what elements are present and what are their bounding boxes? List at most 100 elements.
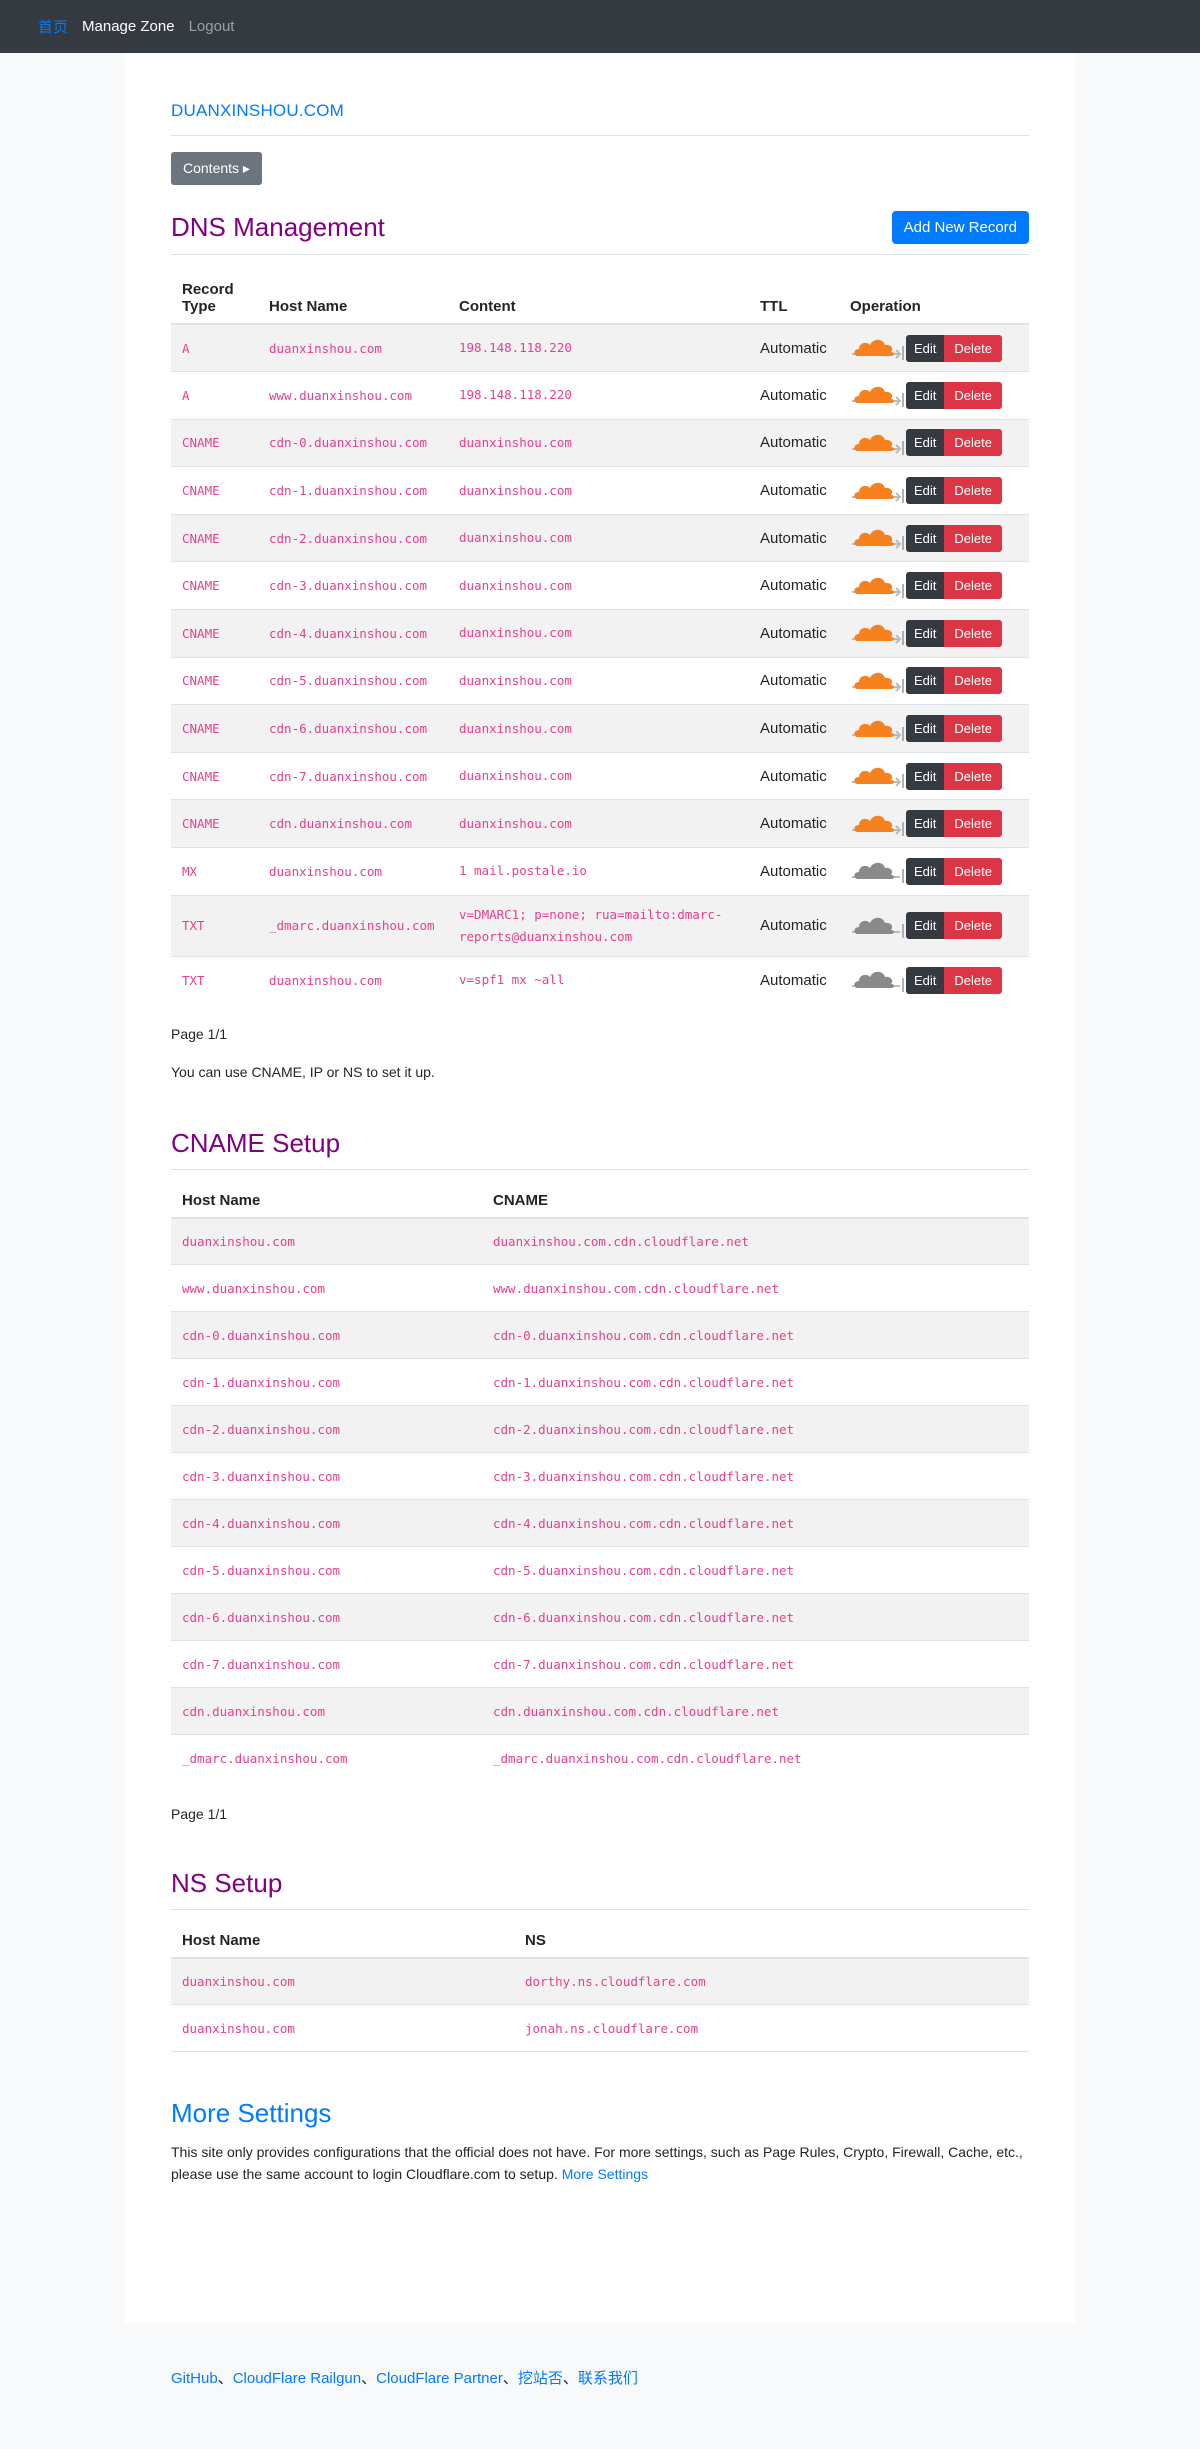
record-button-group: Edit Delete [906,477,1002,505]
cname-table-body: duanxinshou.com duanxinshou.com.cdn.cloud… [171,1217,1029,1782]
cname-row: cdn-5.duanxinshou.com cdn-5.duanxinshou.c… [171,1546,1029,1594]
delete-record-button[interactable]: Delete [944,429,1002,457]
cloud-orange-icon[interactable] [850,524,904,552]
record-button-group: Edit Delete [906,572,1002,600]
cloud-gray-icon[interactable] [850,966,904,994]
delete-record-button[interactable]: Delete [944,857,1002,885]
delete-record-button[interactable]: Delete [944,477,1002,505]
record-operation-group: Edit Delete [850,429,1018,457]
cloud-orange-icon[interactable] [850,715,904,743]
edit-record-button[interactable]: Edit [906,477,945,505]
edit-record-button[interactable]: Edit [906,857,945,885]
delete-record-button[interactable]: Delete [944,334,1002,362]
delete-record-button[interactable]: Delete [944,524,1002,552]
cname-host-cell: cdn-2.duanxinshou.com [171,1405,482,1453]
delete-record-button[interactable]: Delete [944,715,1002,743]
record-button-group: Edit Delete [906,524,1002,552]
contents-button[interactable]: Contents ▸ [171,152,262,185]
footer-links: GitHub、CloudFlare Railgun、CloudFlare Par… [171,2367,638,2388]
col-operation: Operation [839,255,1029,325]
record-button-group: Edit Delete [906,762,1002,790]
cloud-orange-icon[interactable] [850,667,904,695]
edit-record-button[interactable]: Edit [906,619,945,647]
cname-target-cell: cdn-2.duanxinshou.com.cdn.cloudflare.net [482,1405,1029,1453]
edit-record-button[interactable]: Edit [906,429,945,457]
cname-target-cell: cdn-1.duanxinshou.com.cdn.cloudflare.net [482,1358,1029,1406]
record-content-cell: duanxinshou.com [448,656,749,705]
edit-record-button[interactable]: Edit [906,966,945,994]
col-ttl: TTL [749,255,839,325]
record-host-cell: cdn-1.duanxinshou.com [258,466,448,515]
edit-record-button[interactable]: Edit [906,762,945,790]
edit-record-button[interactable]: Edit [906,912,945,940]
delete-record-button[interactable]: Delete [944,667,1002,695]
cname-row: duanxinshou.com duanxinshou.com.cdn.cloud… [171,1217,1029,1265]
cname-row: _dmarc.duanxinshou.com _dmarc.duanxinshou… [171,1734,1029,1782]
cname-col-host: Host Name [171,1169,482,1219]
delete-record-button[interactable]: Delete [944,572,1002,600]
edit-record-button[interactable]: Edit [906,810,945,838]
record-type-cell: TXT [171,894,258,957]
cname-target-cell: cdn-5.duanxinshou.com.cdn.cloudflare.net [482,1546,1029,1594]
dns-record-row: CNAME cdn-6.duanxinshou.com duanxinshou.co… [171,704,1029,753]
ns-row: duanxinshou.com jonah.ns.cloudflare.com [171,2004,1029,2052]
record-ttl-cell: Automatic [749,894,839,957]
col-host-name: Host Name [258,255,448,325]
edit-record-button[interactable]: Edit [906,667,945,695]
record-host-cell: cdn.duanxinshou.com [258,799,448,848]
top-navbar: 首页 Manage Zone Logout [0,0,1200,53]
cloud-gray-icon[interactable] [850,857,904,885]
nav-home-link[interactable]: 首页 [38,16,68,37]
cname-row: cdn-3.duanxinshou.com cdn-3.duanxinshou.c… [171,1452,1029,1500]
cname-host-cell: cdn-4.duanxinshou.com [171,1499,482,1547]
cname-host-cell: www.duanxinshou.com [171,1264,482,1312]
cloud-orange-icon[interactable] [850,572,904,600]
dns-record-row: MX duanxinshou.com 1 mail.postale.io Automa… [171,847,1029,896]
dns-table-body: Aduanxinshou.com 198.148.118.220 Automatic… [171,323,1029,1004]
nav-logout-link[interactable]: Logout [189,18,235,35]
footer-separator: 、 [562,2370,578,2387]
cname-section-header: CNAME Setup [171,1128,1029,1170]
footer-link[interactable]: CloudFlare Partner [376,2370,503,2387]
cloud-orange-icon[interactable] [850,381,904,409]
delete-record-button[interactable]: Delete [944,810,1002,838]
col-record-type: Record Type [171,255,258,325]
footer-link[interactable]: 挖站否 [518,2370,563,2387]
record-operation-cell: Edit Delete [839,323,1029,372]
edit-record-button[interactable]: Edit [906,381,945,409]
nav-manage-zone-link[interactable]: Manage Zone [82,18,175,35]
delete-record-button[interactable]: Delete [944,762,1002,790]
edit-record-button[interactable]: Edit [906,334,945,362]
record-content-cell: duanxinshou.com [448,704,749,753]
dns-record-row: CNAME cdn-5.duanxinshou.com duanxinshou.co… [171,656,1029,705]
cname-host-cell: cdn-3.duanxinshou.com [171,1452,482,1500]
more-settings-link[interactable]: More Settings [562,2166,648,2182]
cloud-orange-icon[interactable] [850,429,904,457]
record-ttl-cell: Automatic [749,323,839,372]
footer-link[interactable]: CloudFlare Railgun [233,2370,361,2387]
footer-link[interactable]: 联系我们 [578,2370,638,2387]
edit-record-button[interactable]: Edit [906,572,945,600]
domain-title[interactable]: DUANXINSHOU.COM [171,101,1029,136]
cloud-gray-icon[interactable] [850,912,904,940]
add-new-record-button[interactable]: Add New Record [891,211,1029,244]
cloud-orange-icon[interactable] [850,619,904,647]
cloud-orange-icon[interactable] [850,762,904,790]
cloud-orange-icon[interactable] [850,810,904,838]
delete-record-button[interactable]: Delete [944,619,1002,647]
edit-record-button[interactable]: Edit [906,524,945,552]
cloud-orange-icon[interactable] [850,477,904,505]
delete-record-button[interactable]: Delete [944,966,1002,994]
edit-record-button[interactable]: Edit [906,715,945,743]
ns-section-header: NS Setup [171,1868,1029,1910]
record-operation-cell: Edit Delete [839,656,1029,705]
footer-link[interactable]: GitHub [171,2370,218,2387]
delete-record-button[interactable]: Delete [944,381,1002,409]
dns-record-row: Awww.duanxinshou.com 198.148.118.220 Autom… [171,371,1029,420]
record-operation-cell: Edit Delete [839,371,1029,420]
delete-record-button[interactable]: Delete [944,912,1002,940]
cloud-orange-icon[interactable] [850,334,904,362]
dns-section-title: DNS Management [171,212,385,242]
record-button-group: Edit Delete [906,619,1002,647]
record-ttl-cell: Automatic [749,466,839,515]
